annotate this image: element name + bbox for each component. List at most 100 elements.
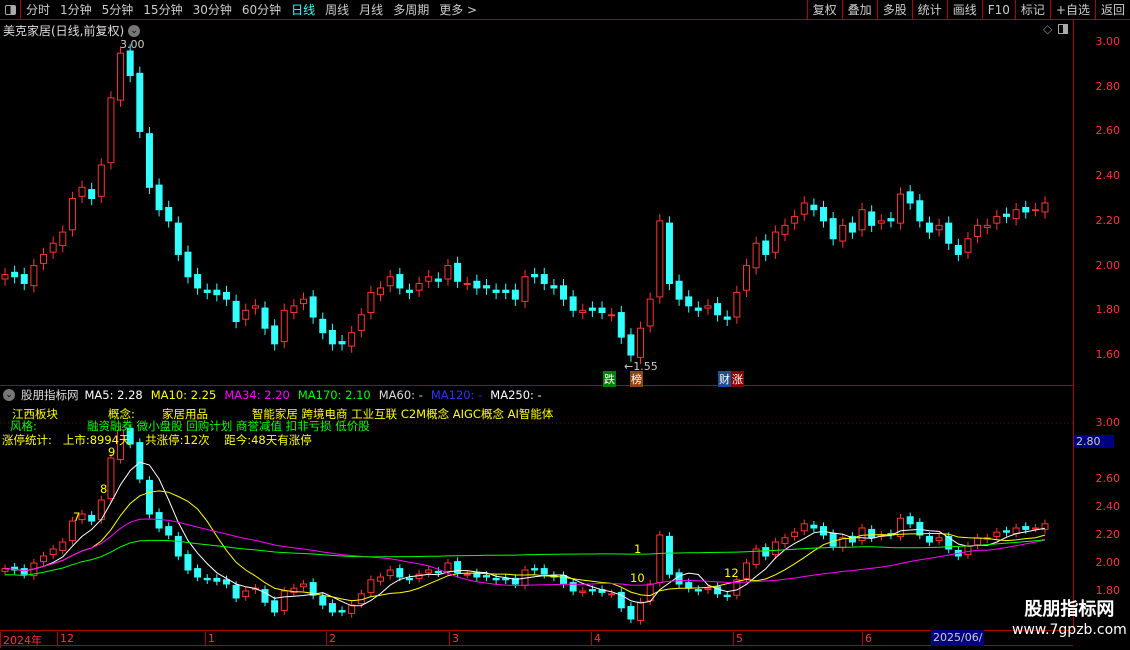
candle[interactable] [40,253,48,264]
candle[interactable] [492,577,500,581]
candle[interactable] [155,512,163,529]
candle[interactable] [540,568,548,575]
candle[interactable] [694,589,702,592]
candle[interactable] [444,562,452,572]
candle[interactable] [40,555,48,563]
candle[interactable] [280,309,288,343]
candle[interactable] [877,220,885,224]
candle[interactable] [444,265,452,280]
candle[interactable] [868,528,876,539]
candle[interactable] [685,296,693,307]
candle[interactable] [598,307,606,314]
candle[interactable] [858,209,866,231]
candle[interactable] [916,521,924,536]
candle[interactable] [30,265,38,287]
candle[interactable] [800,202,808,215]
candle[interactable] [675,280,683,300]
candle[interactable] [184,251,192,278]
candle[interactable] [97,164,105,197]
candle[interactable] [232,300,240,323]
candle[interactable] [319,596,327,606]
candle[interactable] [762,240,770,255]
candle[interactable] [781,537,789,544]
candle[interactable] [1031,209,1039,212]
candle[interactable] [820,526,828,536]
kline-chart[interactable] [0,0,1073,630]
candle[interactable] [107,97,115,164]
candle[interactable] [232,584,240,599]
candle[interactable] [194,274,202,289]
event-tag[interactable]: 财 [718,371,731,387]
candle[interactable] [916,200,924,222]
candle[interactable] [1022,526,1030,530]
candle[interactable] [136,442,144,480]
candle[interactable] [319,318,327,334]
candle[interactable] [425,569,433,574]
candle[interactable] [781,224,789,235]
candle[interactable] [357,314,365,331]
candle[interactable] [531,568,539,571]
candle[interactable] [194,568,202,578]
candle[interactable] [935,224,943,231]
candle[interactable] [925,535,933,543]
candle[interactable] [704,305,712,309]
candle[interactable] [627,605,635,620]
candle[interactable] [646,298,654,327]
candle[interactable] [771,541,779,556]
candle[interactable] [396,568,404,578]
candle[interactable] [1,274,9,280]
candle[interactable] [59,231,67,246]
candle[interactable] [348,332,356,347]
candle[interactable] [434,570,442,574]
candle[interactable] [49,242,57,253]
candle[interactable] [20,274,28,284]
candle[interactable] [328,603,336,613]
candle[interactable] [492,289,500,293]
candle[interactable] [665,535,673,575]
event-tag[interactable]: 榜 [630,371,643,387]
candle[interactable] [839,224,847,242]
candle[interactable] [165,526,173,536]
candle[interactable] [136,72,144,132]
candle[interactable] [627,334,635,356]
candle[interactable] [588,589,596,592]
candle[interactable] [367,291,375,314]
candle[interactable] [848,222,856,233]
panel-divider[interactable] [0,385,1073,386]
candle[interactable] [579,309,587,314]
candle[interactable] [107,457,115,500]
candle[interactable] [49,548,57,556]
toolbar-button[interactable]: 返回 [1094,0,1130,20]
candle[interactable] [550,285,558,289]
candle[interactable] [974,537,982,546]
candle[interactable] [290,305,298,314]
candle[interactable] [810,204,818,211]
candle[interactable] [386,569,394,577]
candle[interactable] [820,206,828,222]
candle[interactable] [271,325,279,345]
candle[interactable] [897,517,905,537]
candle[interactable] [752,242,760,269]
candle[interactable] [993,215,1001,224]
candle[interactable] [242,590,250,598]
candle[interactable] [338,610,346,613]
candle[interactable] [1041,202,1049,213]
candle[interactable] [502,577,510,581]
candle[interactable] [174,222,182,255]
candle[interactable] [1012,209,1020,220]
candle[interactable] [964,545,972,556]
candle[interactable] [791,215,799,224]
candle[interactable] [117,52,125,101]
candle[interactable] [858,527,866,542]
candle[interactable] [800,523,808,532]
candle[interactable] [145,133,153,188]
candle[interactable] [791,531,799,537]
candle[interactable] [300,583,308,588]
candle[interactable] [11,271,19,278]
candle[interactable] [588,307,596,311]
candle[interactable] [925,222,933,233]
candle[interactable] [386,276,394,287]
candle[interactable] [579,590,587,593]
candle[interactable] [829,218,837,240]
candle[interactable] [454,262,462,282]
